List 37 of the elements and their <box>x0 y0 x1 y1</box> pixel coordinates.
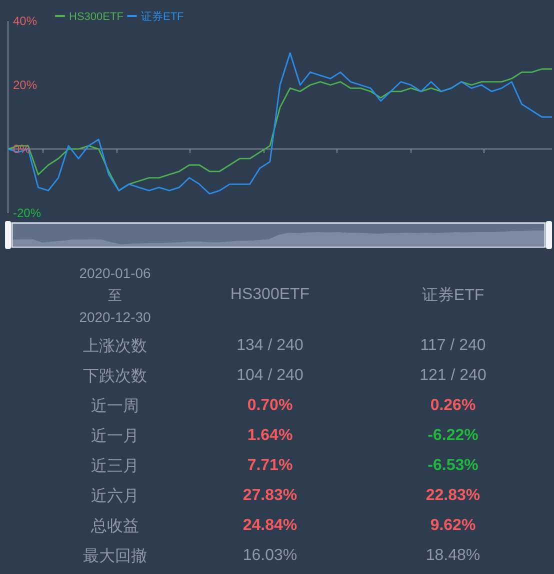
table-cell: -6.22% <box>428 427 478 444</box>
table-cell: 117 / 240 <box>420 337 486 354</box>
period-text: 2020-01-06 <box>79 264 151 283</box>
range-slider-drawing[interactable] <box>11 222 546 248</box>
table-cell: 18.48% <box>426 547 480 564</box>
y-axis-label: 40% <box>13 14 38 28</box>
legend-label[interactable]: 证券ETF <box>141 11 184 23</box>
slider-handle[interactable] <box>546 221 552 249</box>
table-cell: 27.83% <box>242 487 298 504</box>
table-cell: 121 / 240 <box>420 367 486 384</box>
row-label: 最大回撤 <box>83 548 147 564</box>
column-header: 证券ETF <box>422 286 484 304</box>
table-cell: -6.53% <box>428 457 478 474</box>
table-cell: 134 / 240 <box>236 337 304 354</box>
period-text: 2020-12-30 <box>79 308 151 327</box>
table-cell: 7.71% <box>247 457 293 474</box>
table-cell: 0.26% <box>430 397 476 414</box>
table-cell: 0.70% <box>247 397 293 414</box>
table-cell: 9.62% <box>430 517 476 534</box>
slider-handle[interactable] <box>5 221 11 249</box>
table-cell: 16.03% <box>242 547 298 564</box>
row-label: 下跌次数 <box>83 368 147 384</box>
table-cell: 22.83% <box>426 487 480 504</box>
row-label: 近三月 <box>91 458 139 474</box>
row-label: 上涨次数 <box>83 338 147 354</box>
table-cell: 24.84% <box>242 517 298 534</box>
table-cell: 1.64% <box>247 427 293 444</box>
y-axis-label: 20% <box>13 78 38 92</box>
row-label: 近一月 <box>91 428 139 444</box>
row-label: 近六月 <box>91 488 139 504</box>
row-label: 近一周 <box>91 398 139 414</box>
row-label: 总收益 <box>91 518 139 534</box>
y-axis-label: -20% <box>13 206 42 220</box>
period-text: 至 <box>108 286 122 305</box>
legend-label[interactable]: HS300ETF <box>69 11 124 23</box>
table-cell: 104 / 240 <box>236 367 304 384</box>
column-header: HS300ETF <box>230 286 310 303</box>
